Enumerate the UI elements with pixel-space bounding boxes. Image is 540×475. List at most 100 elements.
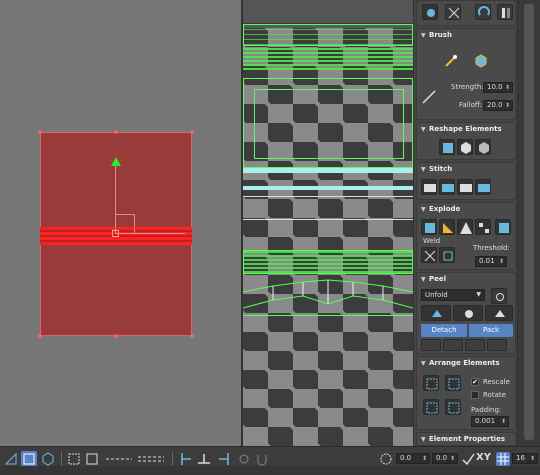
shell-vertex[interactable] — [190, 130, 194, 134]
falloff-spinner[interactable]: 20.0 ⬍ — [483, 100, 513, 111]
pack-together-icon[interactable] — [445, 375, 461, 391]
magnet-icon[interactable] — [254, 451, 270, 467]
peel-mode-dropdown[interactable]: Unfold ▼ — [421, 289, 485, 301]
spinner-arrows-icon[interactable]: ⬍ — [530, 454, 535, 463]
select-pins-icon[interactable] — [487, 339, 507, 351]
rotate-step-icon[interactable] — [378, 451, 394, 467]
flatten-by-material-icon[interactable] — [439, 219, 455, 235]
select-by-element-icon[interactable] — [66, 451, 82, 467]
uv-editor-viewport-right[interactable] — [243, 0, 413, 446]
flatten-icon[interactable] — [495, 219, 511, 235]
falloff-curve-icon[interactable] — [421, 89, 437, 105]
vertex-mode-icon[interactable] — [3, 451, 19, 467]
axis-label[interactable]: XY — [476, 452, 491, 463]
spinner-arrows-icon[interactable]: ⬍ — [499, 257, 504, 266]
spinner-arrows-icon[interactable]: ⬍ — [501, 417, 506, 426]
pack-rescale-icon[interactable] — [445, 399, 461, 415]
uv-strip-highlight[interactable] — [243, 186, 413, 190]
shell-vertex[interactable] — [114, 334, 118, 338]
uv-strip-selected[interactable] — [243, 24, 413, 46]
shell-vertex[interactable] — [190, 334, 194, 338]
quick-peel-icon[interactable] — [421, 305, 451, 321]
align-tool-icon[interactable] — [422, 4, 438, 20]
uv-strip-selected[interactable] — [243, 250, 413, 274]
spinner-arrows-icon[interactable]: ⬍ — [505, 101, 510, 110]
panel-scrollbar[interactable] — [517, 0, 540, 446]
uv-editor-viewport-left[interactable] — [0, 0, 241, 446]
relax-brush-icon[interactable] — [473, 53, 489, 69]
check-icon[interactable] — [460, 451, 476, 467]
threshold-spinner[interactable]: 0.01 ⬍ — [475, 256, 507, 267]
stitch-to-average-icon[interactable] — [457, 179, 473, 195]
uv-strip-highlight[interactable] — [243, 168, 413, 173]
shell-vertex[interactable] — [114, 130, 118, 134]
unpin-tool-icon[interactable] — [443, 339, 463, 351]
detach-button[interactable]: Detach — [421, 324, 467, 337]
stitch-to-target-icon[interactable] — [475, 179, 491, 195]
align-left-icon[interactable] — [178, 451, 194, 467]
element-mode-icon[interactable] — [40, 451, 56, 467]
pack-custom-icon[interactable] — [423, 399, 439, 415]
spinner-arrows-icon[interactable]: ⬍ — [505, 83, 510, 92]
mirror-tool-icon[interactable] — [497, 4, 513, 20]
peel-mode-icon[interactable] — [453, 305, 483, 321]
polygon-mode-icon[interactable] — [21, 451, 37, 467]
rescale-checkbox[interactable]: ✔ — [471, 378, 479, 386]
stitch-custom-icon[interactable] — [421, 179, 437, 195]
panel-scrollbar-thumb[interactable] — [524, 4, 534, 440]
rotate-checkbox[interactable] — [471, 391, 479, 399]
grid-size-spinner[interactable]: 16 ⬍ — [512, 453, 538, 464]
weld-selected-icon[interactable] — [421, 247, 437, 263]
rotate-step-spinner[interactable]: 0.0 ⬍ — [396, 453, 430, 464]
grow-selection-icon[interactable] — [84, 451, 100, 467]
stitch-section-header[interactable]: ▼ Stitch — [417, 163, 515, 176]
pack-button[interactable]: Pack — [469, 324, 513, 337]
freeform-tool-icon[interactable] — [445, 4, 461, 20]
move-gizmo-y-arrow-icon[interactable] — [111, 157, 121, 166]
offset-value: 0.0 — [436, 454, 448, 462]
uv-strip-outline[interactable] — [243, 196, 413, 220]
align-right-icon[interactable] — [216, 451, 232, 467]
shell-vertex[interactable] — [38, 334, 42, 338]
relax-by-edge-icon[interactable] — [475, 139, 491, 155]
paint-brush-icon[interactable] — [443, 53, 459, 69]
rotate-tool-icon[interactable] — [475, 4, 491, 20]
flatten-by-polygon-angle-icon[interactable] — [457, 219, 473, 235]
uv-fan-shell[interactable] — [243, 278, 413, 316]
grid-icon[interactable] — [496, 452, 510, 466]
element-properties-header[interactable]: ▼ Element Properties — [417, 433, 515, 446]
arrange-section-header[interactable]: ▼ Arrange Elements — [417, 357, 515, 370]
relax-by-polygon-icon[interactable] — [457, 139, 473, 155]
pack-normalize-icon[interactable] — [423, 375, 439, 391]
lscm-icon[interactable] — [485, 305, 513, 321]
stitch-to-source-icon[interactable] — [439, 179, 455, 195]
align-bottom-icon[interactable] — [196, 451, 212, 467]
peel-reset-icon[interactable] — [491, 288, 507, 304]
peel-section-header[interactable]: ▼ Peel — [417, 273, 515, 286]
ring-select-icon[interactable] — [136, 451, 166, 467]
uv-strip-selected[interactable] — [243, 48, 413, 72]
straighten-selection-icon[interactable] — [439, 139, 455, 155]
pin-tool-icon[interactable] — [421, 339, 441, 351]
flatten-by-smoothing-icon[interactable] — [421, 219, 437, 235]
uv-strip-selected[interactable] — [243, 78, 413, 168]
stitch-section: ▼ Stitch — [416, 162, 516, 200]
toolbar-separator — [172, 451, 173, 467]
move-gizmo-center[interactable] — [112, 230, 119, 237]
loop-select-icon[interactable] — [104, 451, 134, 467]
spinner-arrows-icon[interactable]: ⬍ — [450, 454, 455, 463]
auto-pin-icon[interactable] — [465, 339, 485, 351]
reshape-section-header[interactable]: ▼ Reshape Elements — [417, 123, 515, 136]
weld-all-icon[interactable] — [439, 247, 455, 263]
brush-section-header[interactable]: ▼ Brush — [417, 29, 515, 42]
snap-icon[interactable] — [236, 451, 252, 467]
explode-section-header[interactable]: ▼ Explode — [417, 203, 515, 216]
padding-spinner[interactable]: 0.001 ⬍ — [471, 416, 509, 427]
strength-spinner[interactable]: 10.0 ⬍ — [483, 82, 513, 93]
break-icon[interactable] — [475, 219, 491, 235]
offset-spinner[interactable]: 0.0 ⬍ — [432, 453, 458, 464]
peel-section: ▼ Peel Unfold ▼ Detach Pack — [416, 272, 516, 354]
spinner-arrows-icon[interactable]: ⬍ — [422, 454, 427, 463]
grid-size-value: 16 — [516, 454, 525, 462]
shell-vertex[interactable] — [38, 130, 42, 134]
